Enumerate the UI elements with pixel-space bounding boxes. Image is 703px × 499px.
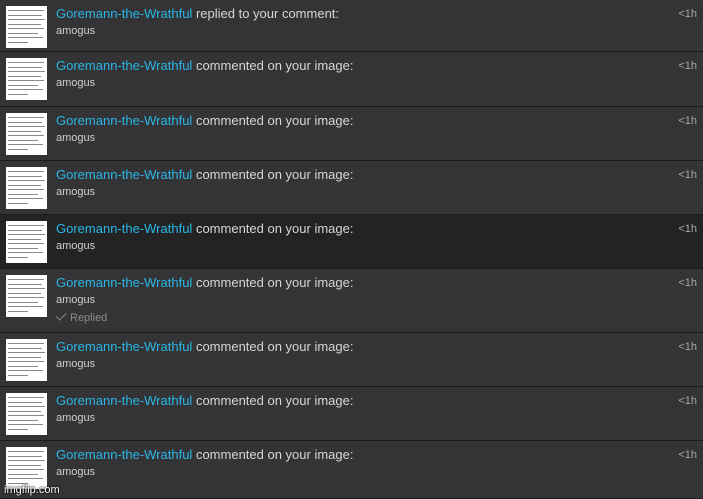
timestamp: <1h — [678, 341, 697, 353]
action-text: commented on your image: — [195, 339, 354, 354]
image-thumbnail[interactable] — [6, 113, 47, 155]
notification-item[interactable]: Goremann-the-Wrathful commented on your … — [0, 52, 703, 107]
notification-headline: Goremann-the-Wrathful commented on your … — [56, 339, 353, 354]
image-thumbnail[interactable] — [6, 221, 47, 263]
username-link[interactable]: Goremann-the-Wrathful — [56, 339, 192, 354]
replied-label: Replied — [70, 312, 108, 324]
notification-headline: Goremann-the-Wrathful commented on your … — [56, 447, 353, 462]
timestamp: <1h — [678, 8, 697, 20]
timestamp: <1h — [678, 115, 697, 127]
timestamp: <1h — [678, 395, 697, 407]
timestamp: <1h — [678, 169, 697, 181]
imgflip-watermark: imgflip.com — [4, 484, 60, 496]
action-text: commented on your image: — [195, 167, 354, 182]
action-text: commented on your image: — [195, 221, 354, 236]
username-link[interactable]: Goremann-the-Wrathful — [56, 447, 192, 462]
replied-status: Replied — [55, 309, 108, 324]
timestamp: <1h — [678, 449, 697, 461]
username-link[interactable]: Goremann-the-Wrathful — [56, 393, 192, 408]
action-text: commented on your image: — [195, 113, 354, 128]
username-link[interactable]: Goremann-the-Wrathful — [56, 221, 192, 236]
comment-text: amogus — [56, 358, 96, 370]
notification-headline: Goremann-the-Wrathful commented on your … — [56, 58, 353, 73]
comment-text: amogus — [56, 25, 96, 37]
action-text: commented on your image: — [195, 58, 354, 73]
comment-text: amogus — [56, 294, 96, 306]
notification-headline: Goremann-the-Wrathful replied to your co… — [56, 6, 339, 21]
notification-item[interactable]: Goremann-the-Wrathful commented on your … — [0, 333, 703, 387]
comment-text: amogus — [56, 186, 96, 198]
image-thumbnail[interactable] — [6, 275, 47, 317]
username-link[interactable]: Goremann-the-Wrathful — [56, 58, 192, 73]
notification-headline: Goremann-the-Wrathful commented on your … — [56, 113, 353, 128]
image-thumbnail[interactable] — [6, 167, 47, 209]
username-link[interactable]: Goremann-the-Wrathful — [56, 113, 192, 128]
comment-text: amogus — [56, 132, 96, 144]
notification-headline: Goremann-the-Wrathful commented on your … — [56, 393, 353, 408]
timestamp: <1h — [678, 60, 697, 72]
notification-headline: Goremann-the-Wrathful commented on your … — [56, 167, 353, 182]
image-thumbnail[interactable] — [6, 393, 47, 435]
username-link[interactable]: Goremann-the-Wrathful — [56, 167, 192, 182]
comment-text: amogus — [56, 466, 96, 478]
action-text: commented on your image: — [195, 275, 354, 290]
notification-item[interactable]: Goremann-the-Wrathful commented on your … — [0, 441, 703, 499]
image-thumbnail[interactable] — [6, 339, 47, 381]
checkmark-icon — [55, 309, 67, 321]
notification-item[interactable]: Goremann-the-Wrathful commented on your … — [0, 215, 703, 269]
action-text: replied to your comment: — [195, 6, 340, 21]
action-text: commented on your image: — [195, 393, 354, 408]
notification-item[interactable]: Goremann-the-Wrathful commented on your … — [0, 269, 703, 333]
notification-item[interactable]: Goremann-the-Wrathful commented on your … — [0, 161, 703, 215]
timestamp: <1h — [678, 277, 697, 289]
image-thumbnail[interactable] — [6, 447, 47, 489]
notification-item[interactable]: Goremann-the-Wrathful replied to your co… — [0, 0, 703, 52]
username-link[interactable]: Goremann-the-Wrathful — [56, 6, 192, 21]
image-thumbnail[interactable] — [6, 6, 47, 48]
notification-item[interactable]: Goremann-the-Wrathful commented on your … — [0, 107, 703, 161]
image-thumbnail[interactable] — [6, 58, 47, 100]
action-text: commented on your image: — [195, 447, 354, 462]
notification-headline: Goremann-the-Wrathful commented on your … — [56, 221, 353, 236]
username-link[interactable]: Goremann-the-Wrathful — [56, 275, 192, 290]
notification-item[interactable]: Goremann-the-Wrathful commented on your … — [0, 387, 703, 441]
comment-text: amogus — [56, 77, 96, 89]
notification-headline: Goremann-the-Wrathful commented on your … — [56, 275, 353, 290]
timestamp: <1h — [678, 223, 697, 235]
comment-text: amogus — [56, 240, 96, 252]
comment-text: amogus — [56, 412, 96, 424]
